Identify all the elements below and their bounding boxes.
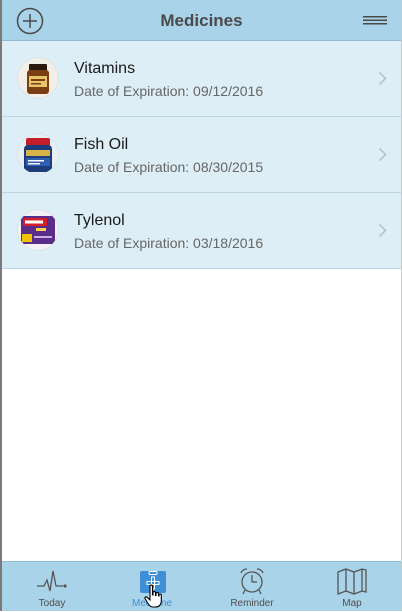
chevron-right-icon bbox=[378, 223, 387, 238]
medicine-list: Vitamins Date of Expiration: 09/12/2016 … bbox=[2, 41, 401, 269]
navigation-bar: Medicines bbox=[2, 0, 401, 41]
tab-reminder[interactable]: Reminder bbox=[202, 562, 302, 612]
fish-oil-bottle-thumbnail bbox=[18, 134, 58, 174]
chevron-right-icon bbox=[378, 71, 387, 86]
medicine-name: Tylenol bbox=[74, 212, 125, 229]
medicine-name: Vitamins bbox=[74, 60, 136, 77]
medicine-name: Fish Oil bbox=[74, 136, 129, 153]
tylenol-box-thumbnail bbox=[18, 210, 58, 250]
page-title: Medicines bbox=[160, 11, 243, 30]
map-icon bbox=[337, 568, 367, 595]
tab-label: Reminder bbox=[230, 598, 274, 609]
tab-label: Today bbox=[38, 598, 66, 609]
expiration-date: Date of Expiration: 09/12/2016 bbox=[74, 83, 264, 99]
app-window: Medicines Vitamins Date of Expiration: 0… bbox=[0, 0, 402, 611]
hamburger-menu-icon[interactable] bbox=[363, 13, 387, 27]
medicine-row[interactable]: Tylenol Date of Expiration: 03/18/2016 bbox=[2, 193, 401, 269]
medicine-row[interactable]: Vitamins Date of Expiration: 09/12/2016 bbox=[2, 41, 401, 117]
medicine-row[interactable]: Fish Oil Date of Expiration: 08/30/2015 bbox=[2, 117, 401, 193]
alarm-clock-icon bbox=[240, 568, 264, 595]
hand-cursor-icon bbox=[144, 584, 162, 608]
tab-map[interactable]: Map bbox=[302, 562, 402, 612]
expiration-date: Date of Expiration: 03/18/2016 bbox=[74, 235, 264, 251]
tab-label: Map bbox=[342, 598, 362, 609]
vitamin-bottle-thumbnail bbox=[18, 58, 58, 98]
tab-today[interactable]: Today bbox=[2, 562, 102, 612]
expiration-date: Date of Expiration: 08/30/2015 bbox=[74, 159, 264, 175]
chevron-right-icon bbox=[378, 147, 387, 162]
tab-bar: Today Medicine Reminder bbox=[2, 561, 401, 611]
heartbeat-icon bbox=[37, 570, 67, 592]
